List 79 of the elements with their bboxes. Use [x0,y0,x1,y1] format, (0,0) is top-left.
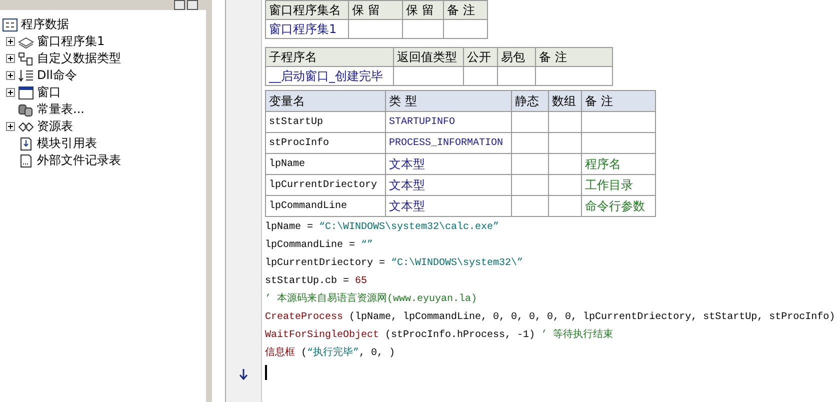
down-arrow-list-icon [18,68,34,82]
table-cell: 文本型 [386,154,512,174]
code-line: lpCurrentDriectory = “C:\WINDOWS\system32\” [265,256,524,271]
down-arrow-icon [239,369,248,380]
code-line: stStartUp.cb = 65 [265,274,368,289]
column-header: 变量名 [266,90,386,112]
expand-icon[interactable] [6,88,15,97]
table-cell: stStartUp [266,112,386,132]
column-header: 备 注 [582,90,656,112]
table-cell [548,154,582,174]
table-cell [402,20,444,38]
table-cell [512,132,548,154]
expand-icon[interactable] [6,71,15,80]
table-cell [512,174,548,196]
cylinders-icon [18,102,34,116]
table-cell [548,132,582,154]
tree-item[interactable]: 自定义数据类型 [37,50,121,67]
code-line: WaitForSingleObject (stProcInfo.hProcess, -1) ’ 等待执行结束 [265,328,614,343]
linked-boxes-icon [18,52,34,66]
tree-item[interactable]: 模块引用表 [37,135,97,152]
stacked-sheets-icon [18,34,34,48]
table-cell [512,154,548,174]
column-header: 返回值类型 [394,48,464,66]
table-cell [444,20,488,38]
column-header: 子程序名 [266,48,394,66]
expand-icon[interactable] [6,37,15,46]
table-cell: lpCommandLine [266,196,386,216]
column-header: 保 留 [402,0,444,20]
table-cell [548,174,582,196]
table-cell [512,112,548,132]
table-cell[interactable]: __启动窗口_创建完毕 [266,66,394,86]
tree-item[interactable]: 程序数据 [21,16,69,33]
column-header: 数组 [548,90,582,112]
table-cell [548,196,582,216]
table-cell [512,196,548,216]
table-cell [348,20,402,38]
tree-item[interactable]: 窗口程序集1 [37,33,105,50]
column-header: 易包 [498,48,536,66]
column-header: 静态 [512,90,548,112]
tree-item[interactable]: 窗口 [37,84,61,101]
table-cell [464,66,498,86]
table-cell: PROCESS_INFORMATION [386,132,512,154]
code-line: lpName = “C:\WINDOWS\system32\calc.exe” [265,220,500,235]
table-cell [394,66,464,86]
table-cell: 程序名 [582,154,656,174]
table-cell: 文本型 [386,196,512,216]
tree-item[interactable]: Dll命令 [37,67,77,84]
column-header: 保 留 [348,0,402,20]
close-icon[interactable] [187,0,198,10]
table-cell[interactable]: 窗口程序集1 [266,20,348,38]
data-grid-icon [2,18,18,32]
column-header: 备 注 [444,0,488,20]
code-line: ’ 本源码来自易语言资源网(www.eyuyan.la) [265,292,478,307]
code-line: 信息框 (“执行完毕”, 0, ) [265,346,396,361]
expand-icon[interactable] [6,122,15,131]
column-header: 类 型 [386,90,512,112]
table-cell: 工作目录 [582,174,656,196]
table-cell: STARTUPINFO [386,112,512,132]
column-header: 公开 [464,48,498,66]
table-cell: 命令行参数 [582,196,656,216]
column-header: 备 注 [536,48,612,66]
window-icon [18,86,34,100]
table-cell: lpName [266,154,386,174]
table-cell [548,112,582,132]
column-header: 窗口程序集名 [266,0,348,20]
tree-item[interactable]: 外部文件记录表 [37,152,121,169]
restore-icon[interactable] [174,0,185,10]
table-cell [498,66,536,86]
tree-item[interactable]: 资源表 [37,118,73,135]
table-cell: lpCurrentDriectory [266,174,386,196]
table-cell: stProcInfo [266,132,386,154]
document-icon [18,154,34,168]
code-line: lpCommandLine = “” [265,238,374,253]
code-line: CreateProcess (lpName, lpCommandLine, 0, 0, 0, 0, 0, lpCurrentDriectory, stStartUp, stProcInfo) [265,310,836,325]
table-cell: 文本型 [386,174,512,196]
diamonds-icon [18,120,34,134]
tree-item[interactable]: 常量表... [37,101,84,118]
text-cursor [265,365,267,380]
expand-icon[interactable] [6,54,15,63]
